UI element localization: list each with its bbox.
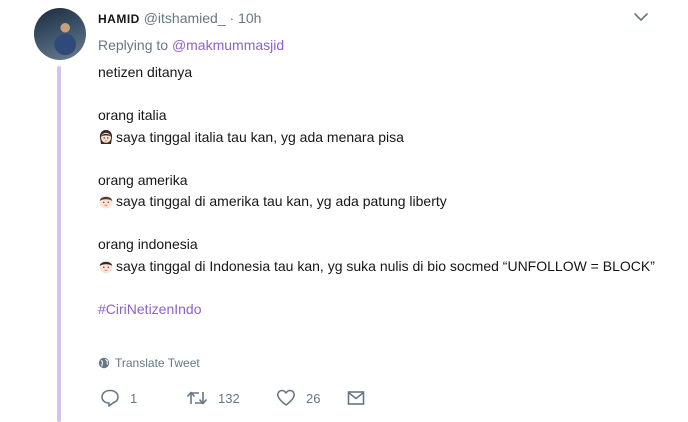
thread-line — [57, 66, 61, 422]
body-indonesia-line: saya tinggal di Indonesia tau kan, yg su… — [98, 256, 658, 278]
body-indonesia-label: orang indonesia — [98, 236, 198, 252]
globe-icon — [98, 357, 110, 369]
message-button[interactable] — [346, 388, 366, 408]
body-intro: netizen ditanya — [98, 64, 193, 80]
man-face-emoji — [99, 195, 113, 209]
heart-icon — [277, 389, 295, 406]
like-button[interactable]: 26 — [276, 388, 346, 408]
hashtag-link[interactable]: #CiriNetizenIndo — [98, 299, 658, 321]
replying-to: Replying to @makmummasjid — [98, 36, 284, 54]
author-name[interactable]: HAMID — [98, 12, 140, 26]
retweet-icon — [186, 391, 208, 405]
translate-label: Translate Tweet — [115, 356, 200, 370]
tweet-actions: 1 132 26 — [100, 388, 366, 408]
chevron-down-icon[interactable] — [634, 12, 648, 22]
retweet-count: 132 — [218, 390, 240, 406]
header-separator: · — [229, 10, 235, 26]
retweet-button[interactable]: 132 — [186, 388, 276, 408]
body-amerika-label: orang amerika — [98, 171, 188, 188]
man-face-emoji — [99, 260, 113, 273]
body-italia-label: orang italia — [98, 107, 167, 123]
body-indonesia-text: saya tinggal di Indonesia tau kan, yg su… — [116, 257, 655, 274]
envelope-icon — [347, 391, 365, 405]
woman-face-emoji — [99, 129, 113, 144]
replying-prefix: Replying to — [98, 37, 169, 53]
translate-tweet[interactable]: Translate Tweet — [98, 356, 200, 370]
reply-count: 1 — [130, 390, 138, 406]
body-italia-text: saya tinggal italia tau kan, yg ada mena… — [116, 128, 404, 145]
like-count: 26 — [306, 390, 321, 406]
author-handle[interactable]: @itshamied_ — [144, 10, 226, 26]
tweet-body: netizen ditanya orang italia saya tingga… — [98, 62, 658, 320]
tweet-time[interactable]: 10h — [238, 10, 261, 26]
body-italia-line: saya tinggal italia tau kan, yg ada mena… — [98, 127, 658, 149]
body-amerika-line: saya tinggal di amerika tau kan, yg ada … — [98, 191, 658, 213]
reply-button[interactable]: 1 — [100, 388, 186, 408]
author-avatar[interactable] — [34, 8, 86, 60]
replying-mention[interactable]: @makmummasjid — [172, 37, 284, 53]
reply-icon — [101, 389, 119, 407]
body-amerika-text: saya tinggal di amerika tau kan, yg ada … — [116, 193, 447, 209]
tweet-header: HAMID @itshamied_ · 10h — [98, 9, 261, 28]
